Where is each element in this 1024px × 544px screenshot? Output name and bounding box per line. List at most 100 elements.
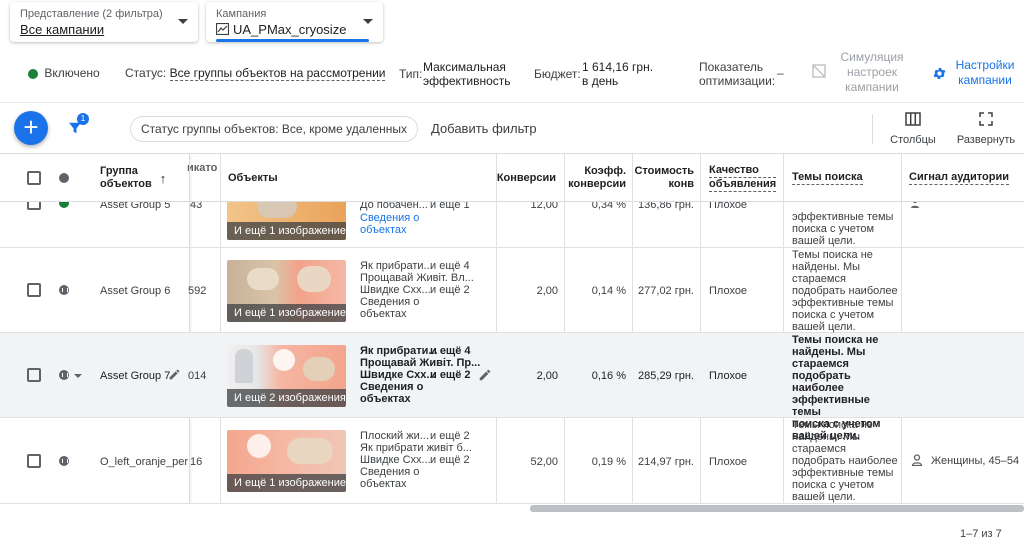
view-selector[interactable]: Представление (2 фильтра) Все кампании <box>10 2 198 42</box>
select-all-checkbox[interactable] <box>27 171 41 185</box>
chart-icon <box>215 22 230 36</box>
status-enabled-text: Включено <box>44 66 100 80</box>
divider <box>0 102 1024 103</box>
food-bowl-image <box>247 268 279 290</box>
simulation-icon <box>812 64 826 78</box>
table-row[interactable]: Asset Group 7 014 И ещё 2 изображения Як… <box>0 333 1024 442</box>
asset-image-thumbnail[interactable]: И ещё 1 изображение <box>227 260 346 322</box>
table-row[interactable]: O_left_oranje_percib 16 И ещё 1 изображе… <box>0 418 1024 504</box>
asset-group-name[interactable]: Asset Group 7 <box>100 370 170 382</box>
header-ad-quality[interactable]: Качество объявления <box>703 154 783 202</box>
status-dropdown-icon[interactable] <box>74 374 82 378</box>
paused-status-icon <box>59 456 69 466</box>
table-header: Группа объектов ↑ икато Объекты Конверсии… <box>0 154 1024 202</box>
paused-status-icon <box>59 370 69 380</box>
enabled-status-icon <box>28 68 38 79</box>
search-topics-text: Темы поиска не найдены. Мы стараемся подобр… <box>792 249 898 333</box>
more-images-caption: И ещё 1 изображение <box>227 474 346 492</box>
cost-per-conv-value: 277,02 грн. <box>638 285 694 297</box>
campaign-selector[interactable]: Кампания UA_PMax_cryosize <box>206 2 383 42</box>
campaign-selector-value: UA_PMax_cryosize <box>233 22 347 37</box>
columns-button[interactable]: Столбцы <box>886 112 940 146</box>
ad-quality-value: Плохое <box>709 456 748 468</box>
pagination-text: 1–7 из 7 <box>960 528 1002 540</box>
header-conv-rate[interactable]: Коэфф. конверсии <box>566 154 632 202</box>
asset-group-name[interactable]: Asset Group 6 <box>100 285 170 297</box>
dropdown-arrow-icon <box>178 19 188 24</box>
campaign-selector-label: Кампания <box>216 8 267 20</box>
asset-details-link[interactable]: Сведения о объектах <box>360 381 500 405</box>
campaign-settings-button[interactable]: Настройки кампании <box>950 58 1020 88</box>
columns-icon <box>905 112 921 126</box>
add-filter-button[interactable]: Добавить фильтр <box>431 121 537 136</box>
logo-image <box>273 349 295 371</box>
filter-chip[interactable]: Статус группы объектов: Все, кроме удале… <box>130 116 418 142</box>
food-bowl-image <box>297 266 331 292</box>
type-label: Тип: <box>399 67 423 81</box>
id-partial: 43 <box>190 202 203 211</box>
row-checkbox[interactable] <box>27 368 41 382</box>
type-value-line1: Максимальная <box>423 60 506 74</box>
header-id-partial[interactable]: икато <box>186 144 220 192</box>
more-images-caption: И ещё 1 изображение <box>227 222 346 240</box>
asset-details-link[interactable]: Сведения о объектах <box>360 466 500 490</box>
conversions-value: 2,00 <box>536 370 558 382</box>
gear-icon <box>933 68 946 79</box>
row-checkbox[interactable] <box>27 283 41 297</box>
enabled-status-icon <box>59 202 69 208</box>
ad-quality-value: Плохое <box>709 202 748 211</box>
food-bowl-image <box>303 357 335 381</box>
row-checkbox[interactable] <box>27 202 41 210</box>
header-conversions[interactable]: Конверсии <box>496 154 562 202</box>
expand-button[interactable]: Развернуть <box>953 112 1019 146</box>
horizontal-scrollbar[interactable] <box>530 505 1024 512</box>
asset-image-thumbnail[interactable]: И ещё 1 изображение <box>227 430 346 492</box>
asset-details-link[interactable]: Сведения о объектах <box>360 212 500 236</box>
asset-details-link[interactable]: Сведения о объектах <box>360 296 500 320</box>
ad-quality-value: Плохое <box>709 370 748 382</box>
header-cost-per-conv[interactable]: Стоимость конв <box>634 154 700 202</box>
header-audience-signal[interactable]: Сигнал аудитории <box>903 154 1023 202</box>
cost-per-conv-value: 214,97 грн. <box>638 456 694 468</box>
active-indicator <box>216 39 369 42</box>
more-images-caption: И ещё 1 изображение <box>227 304 346 322</box>
filter-button[interactable]: 1 <box>66 113 92 141</box>
food-bowl-image <box>287 438 333 464</box>
row-checkbox[interactable] <box>27 454 41 468</box>
add-button[interactable]: + <box>14 111 48 145</box>
cost-per-conv-value: 285,29 грн. <box>638 370 694 382</box>
conversions-value: 52,00 <box>530 456 558 468</box>
logo-image <box>247 434 271 458</box>
table-row[interactable]: Asset Group 6 592 И ещё 1 изображение Як… <box>0 248 1024 333</box>
asset-group-name[interactable]: O_left_oranje_percib <box>100 456 188 468</box>
campaign-status: Включено <box>28 66 100 112</box>
more-images-caption: И ещё 2 изображения <box>227 389 346 407</box>
id-partial: 16 <box>190 456 203 468</box>
food-bowl-image <box>257 202 297 218</box>
type-value-line2: эффективность <box>423 74 511 88</box>
divider <box>872 114 873 144</box>
status-info: Статус: Все группы объектов на рассмотре… <box>125 66 386 112</box>
header-search-topics[interactable]: Темы поиска <box>786 154 898 202</box>
edit-icon[interactable] <box>478 368 492 382</box>
header-asset-group[interactable]: Группа объектов ↑ <box>94 154 184 202</box>
ad-quality-value: Плохое <box>709 285 748 297</box>
cost-per-conv-value: 136,86 грн. <box>638 202 694 211</box>
headlines-list: Плоский жи... и ещё 2 Як прибрати живіт б… <box>360 430 500 490</box>
dropdown-arrow-icon <box>363 19 373 24</box>
header-assets[interactable]: Объекты <box>222 154 492 202</box>
optimization-info: Показатель оптимизации: – <box>699 60 799 106</box>
opt-label-line1: Показатель <box>699 60 764 74</box>
id-partial: 592 <box>188 285 207 297</box>
asset-image-thumbnail[interactable]: И ещё 1 изображение <box>227 202 346 240</box>
asset-group-name[interactable]: Asset Group 5 <box>100 202 170 211</box>
edit-icon[interactable] <box>168 368 181 381</box>
table-row[interactable]: Asset Group 5 43 И ещё 1 изображение До … <box>0 202 1024 248</box>
simulation-button[interactable]: Симуляция настроек кампании <box>832 50 912 95</box>
asset-image-thumbnail[interactable]: И ещё 2 изображения <box>227 345 346 407</box>
headlines-list: Як прибрати... и ещё 4 Прощавай Живіт. Вл… <box>360 260 500 320</box>
person-icon <box>911 454 923 466</box>
status-column-icon <box>59 173 69 183</box>
status-label: Статус: <box>125 66 167 80</box>
status-value[interactable]: Все группы объектов на рассмотрении <box>169 66 386 81</box>
